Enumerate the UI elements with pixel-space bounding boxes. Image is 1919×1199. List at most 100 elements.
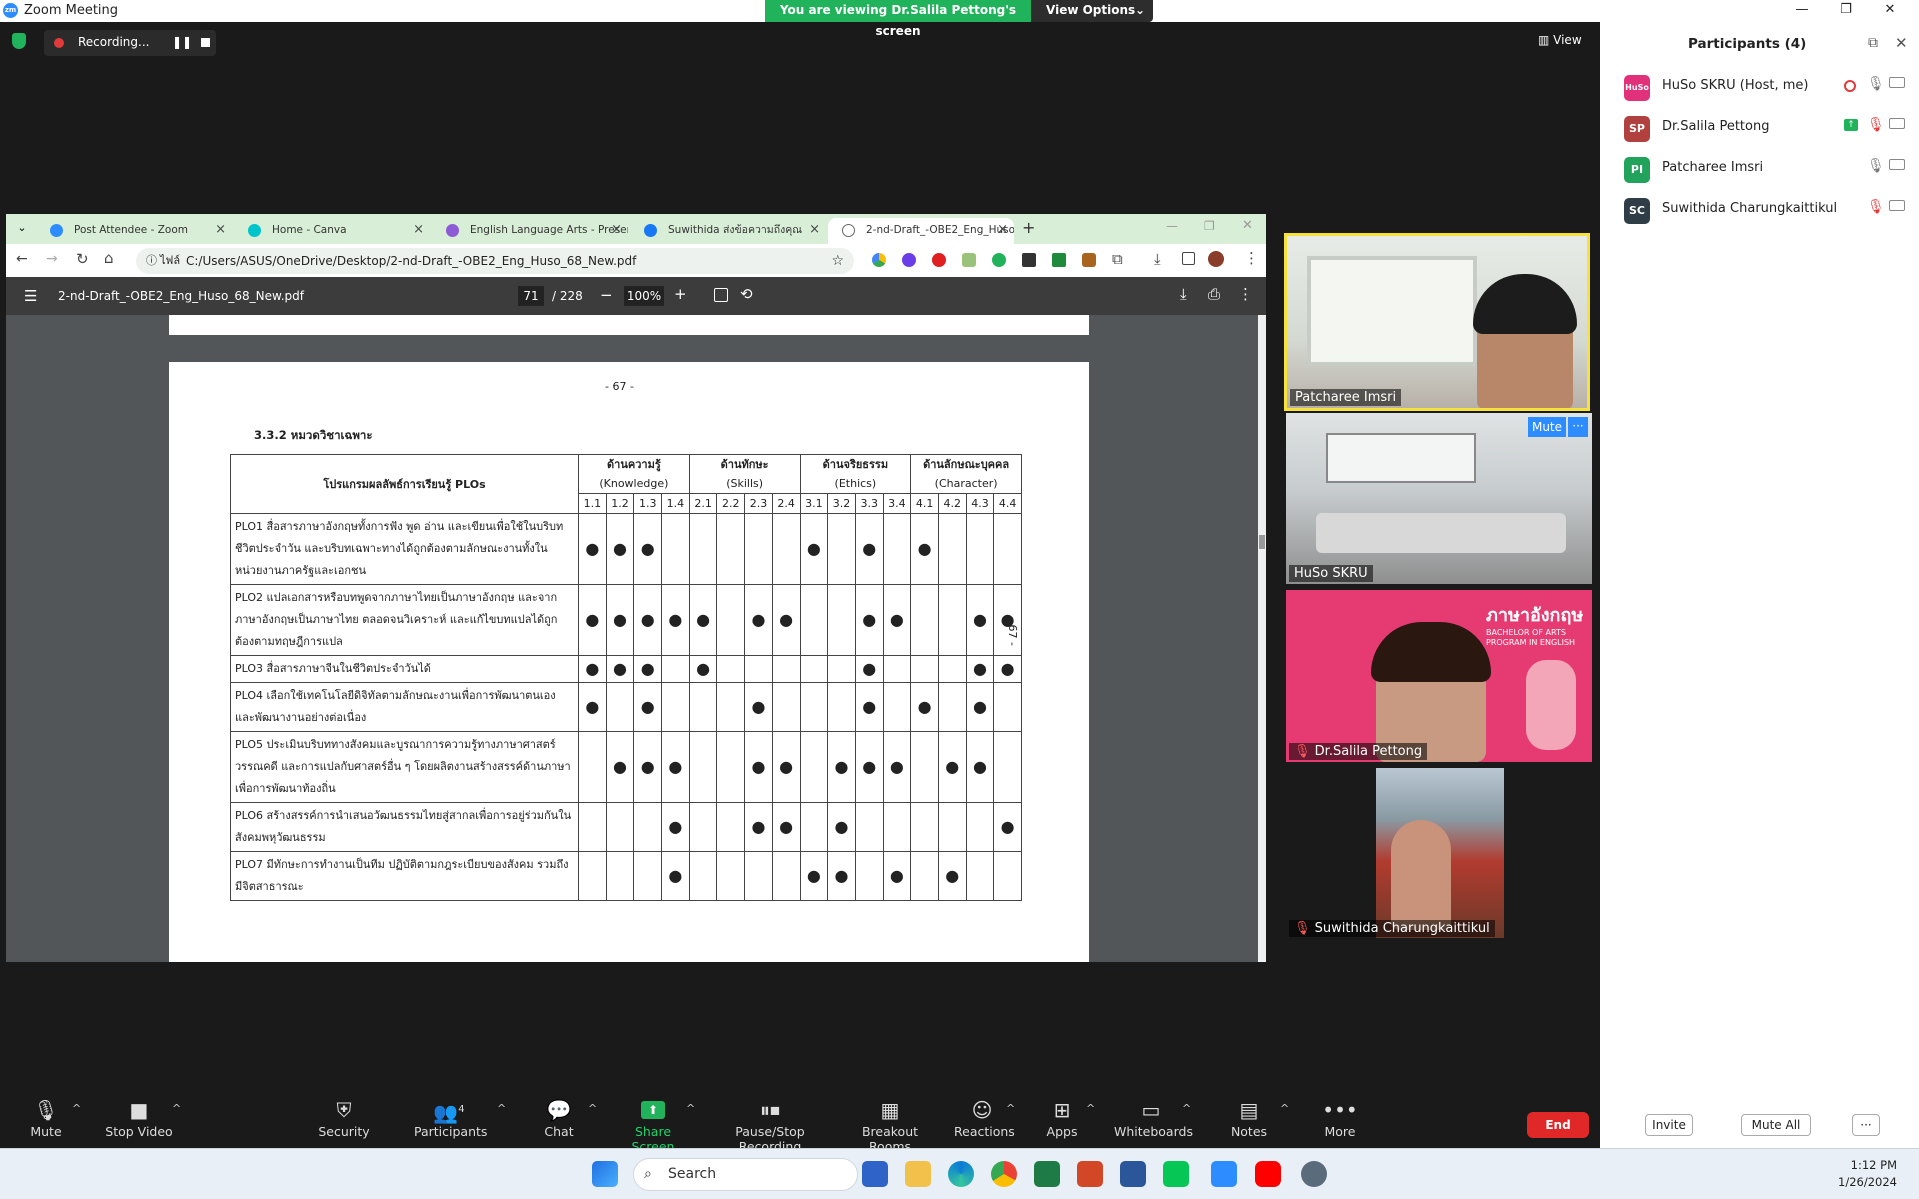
- zoom-out-icon[interactable]: −: [600, 286, 613, 304]
- tab-canva[interactable]: Home - Canva ×: [234, 218, 430, 244]
- extensions-puzzle-icon[interactable]: ⧉: [1112, 250, 1123, 268]
- maximize-icon[interactable]: ❐: [1824, 0, 1868, 22]
- pdf-scrollbar[interactable]: [1258, 315, 1266, 962]
- reload-icon[interactable]: ↻: [76, 250, 89, 268]
- forward-icon[interactable]: →: [46, 251, 58, 267]
- tab-pdf-active[interactable]: 2-nd-Draft_-OBE2_Eng_Huso_6 ×: [828, 218, 1014, 244]
- youtube-icon[interactable]: [1255, 1161, 1281, 1187]
- taskbar-search[interactable]: ⌕ Search: [633, 1158, 858, 1191]
- rotate-icon[interactable]: ⟲: [740, 285, 753, 303]
- view-button[interactable]: ▥ View: [1538, 33, 1582, 47]
- tab-facebook[interactable]: Suwithida ส่งข้อความถึงคุณ ×: [630, 218, 826, 244]
- participant-row[interactable]: HuSo HuSo SKRU (Host, me) 🎙: [1600, 67, 1919, 107]
- chat-button[interactable]: 💬 Chat: [534, 1096, 584, 1146]
- new-tab-icon[interactable]: +: [1022, 218, 1035, 237]
- tab-close-icon[interactable]: ×: [611, 218, 622, 242]
- chrome-browser-icon[interactable]: [991, 1161, 1017, 1187]
- grammarly-extension-icon[interactable]: [992, 253, 1006, 267]
- more-button[interactable]: ••• More: [1322, 1096, 1358, 1146]
- word-icon[interactable]: [1120, 1161, 1146, 1187]
- zoom-level[interactable]: 100%: [624, 286, 664, 306]
- video-camera-icon[interactable]: [1889, 118, 1905, 129]
- video-tile-patcharee[interactable]: Patcharee Imsri: [1284, 233, 1590, 411]
- tab-close-icon[interactable]: ×: [413, 218, 424, 242]
- participant-row[interactable]: PI Patcharee Imsri 🎙: [1600, 149, 1919, 189]
- settings-gear-icon[interactable]: [1301, 1161, 1327, 1187]
- scrollbar-thumb[interactable]: [1259, 535, 1265, 549]
- print-icon[interactable]: ⎙: [1208, 285, 1220, 303]
- tab-close-icon[interactable]: ×: [997, 218, 1008, 242]
- notes-options-chevron-icon[interactable]: ^: [1280, 1102, 1289, 1115]
- video-tile-huso[interactable]: Mute ··· HuSo SKRU: [1286, 413, 1592, 584]
- participants-button[interactable]: 👥4 Participants: [414, 1096, 487, 1146]
- zoom-app-icon[interactable]: [1211, 1161, 1237, 1187]
- stop-recording-icon[interactable]: [201, 38, 210, 47]
- video-options-chevron-icon[interactable]: ^: [172, 1102, 181, 1115]
- task-view-icon[interactable]: [862, 1161, 888, 1187]
- powerpoint-icon[interactable]: [1077, 1161, 1103, 1187]
- browser-menu-icon[interactable]: ⋮: [1244, 249, 1259, 267]
- home-icon[interactable]: ⌂: [104, 249, 114, 267]
- back-icon[interactable]: ←: [16, 251, 28, 267]
- pdf-more-icon[interactable]: ⋮: [1238, 285, 1253, 303]
- pause-recording-icon[interactable]: ❚❚: [172, 35, 192, 49]
- video-tile-salila[interactable]: ภาษาอังกฤษ BACHELOR OF ARTS PROGRAM IN E…: [1286, 590, 1592, 762]
- page-number-input[interactable]: 71: [518, 286, 544, 306]
- bookmark-star-icon[interactable]: ☆: [831, 248, 844, 274]
- tab-search-icon[interactable]: ⌄: [14, 221, 30, 237]
- stop-video-button[interactable]: ■ Stop Video: [104, 1096, 174, 1146]
- sheets-extension-icon[interactable]: [1052, 253, 1066, 267]
- reactions-button[interactable]: ☺ Reactions: [954, 1096, 1015, 1146]
- reactions-options-chevron-icon[interactable]: ^: [1006, 1102, 1015, 1115]
- video-camera-icon[interactable]: [1889, 200, 1905, 211]
- extension-icon[interactable]: [962, 253, 976, 267]
- windows-start-icon[interactable]: [592, 1161, 618, 1187]
- extension-icon[interactable]: [902, 253, 916, 267]
- video-tile-suwithida[interactable]: 🎙 Suwithida Charungkaittikul: [1286, 765, 1592, 939]
- popout-icon[interactable]: ⧉: [1868, 35, 1878, 51]
- browser-close-icon[interactable]: ✕: [1242, 218, 1253, 233]
- pdf-download-icon[interactable]: ⤓: [1180, 285, 1187, 303]
- share-options-chevron-icon[interactable]: ^: [686, 1102, 695, 1115]
- participant-row[interactable]: SP Dr.Salila Pettong ↑ 🎙: [1600, 108, 1919, 148]
- zoom-in-icon[interactable]: +: [674, 285, 687, 303]
- microphone-icon[interactable]: 🎙: [1867, 158, 1885, 174]
- tab-post-attendee[interactable]: Post Attendee - Zoom ×: [36, 218, 232, 244]
- share-screen-button[interactable]: ⬆ Share Screen: [614, 1096, 692, 1154]
- url-field[interactable]: ⓘ ไฟล์ C:/Users/ASUS/OneDrive/Desktop/2-…: [136, 248, 854, 274]
- mute-all-button[interactable]: Mute All: [1741, 1114, 1811, 1136]
- invite-button[interactable]: Invite: [1645, 1114, 1693, 1136]
- profile-avatar-icon[interactable]: [1208, 251, 1224, 267]
- panel-more-button[interactable]: ···: [1852, 1114, 1880, 1136]
- download-icon[interactable]: ⤓: [1154, 250, 1161, 268]
- excel-icon[interactable]: [1034, 1161, 1060, 1187]
- extension-icon[interactable]: [1022, 253, 1036, 267]
- browser-minimize-icon[interactable]: —: [1166, 219, 1178, 233]
- microphone-muted-icon[interactable]: 🎙: [1867, 117, 1885, 133]
- video-camera-icon[interactable]: [1889, 77, 1905, 88]
- fit-page-icon[interactable]: [714, 288, 728, 302]
- system-clock[interactable]: 1:12 PM 1/26/2024: [1815, 1157, 1897, 1191]
- sidebar-icon[interactable]: [1182, 252, 1195, 265]
- video-camera-icon[interactable]: [1889, 159, 1905, 170]
- edge-browser-icon[interactable]: [948, 1161, 974, 1187]
- whiteboards-options-chevron-icon[interactable]: ^: [1182, 1102, 1191, 1115]
- view-options-button[interactable]: View Options ⌄: [1031, 0, 1153, 22]
- microphone-icon[interactable]: 🎙: [1867, 76, 1885, 92]
- participant-row[interactable]: SC Suwithida Charungkaittikul 🎙: [1600, 190, 1919, 230]
- apps-options-chevron-icon[interactable]: ^: [1086, 1102, 1095, 1115]
- mute-participant-button[interactable]: Mute: [1528, 417, 1566, 437]
- tab-english-language-arts[interactable]: English Language Arts - Present ×: [432, 218, 628, 244]
- browser-restore-icon[interactable]: ❐: [1204, 219, 1215, 233]
- panel-close-icon[interactable]: ✕: [1895, 34, 1908, 52]
- whiteboards-button[interactable]: ▭ Whiteboards: [1114, 1096, 1193, 1146]
- breakout-rooms-button[interactable]: ▦ Breakout Rooms: [842, 1096, 938, 1154]
- close-icon[interactable]: ✕: [1868, 0, 1912, 22]
- security-button[interactable]: ⛨ Security: [314, 1096, 374, 1146]
- pdf-viewport[interactable]: - 67 - 3.3.2 หมวดวิชาเฉพาะ โปรแกรมผลลัพธ…: [6, 315, 1266, 962]
- mute-button[interactable]: 🎙 Mute: [22, 1096, 70, 1146]
- mute-options-chevron-icon[interactable]: ^: [72, 1102, 81, 1115]
- minimize-icon[interactable]: —: [1780, 0, 1824, 22]
- pause-stop-recording-button[interactable]: ⏸⏹ Pause/Stop Recording: [708, 1096, 832, 1154]
- line-app-icon[interactable]: [1163, 1161, 1189, 1187]
